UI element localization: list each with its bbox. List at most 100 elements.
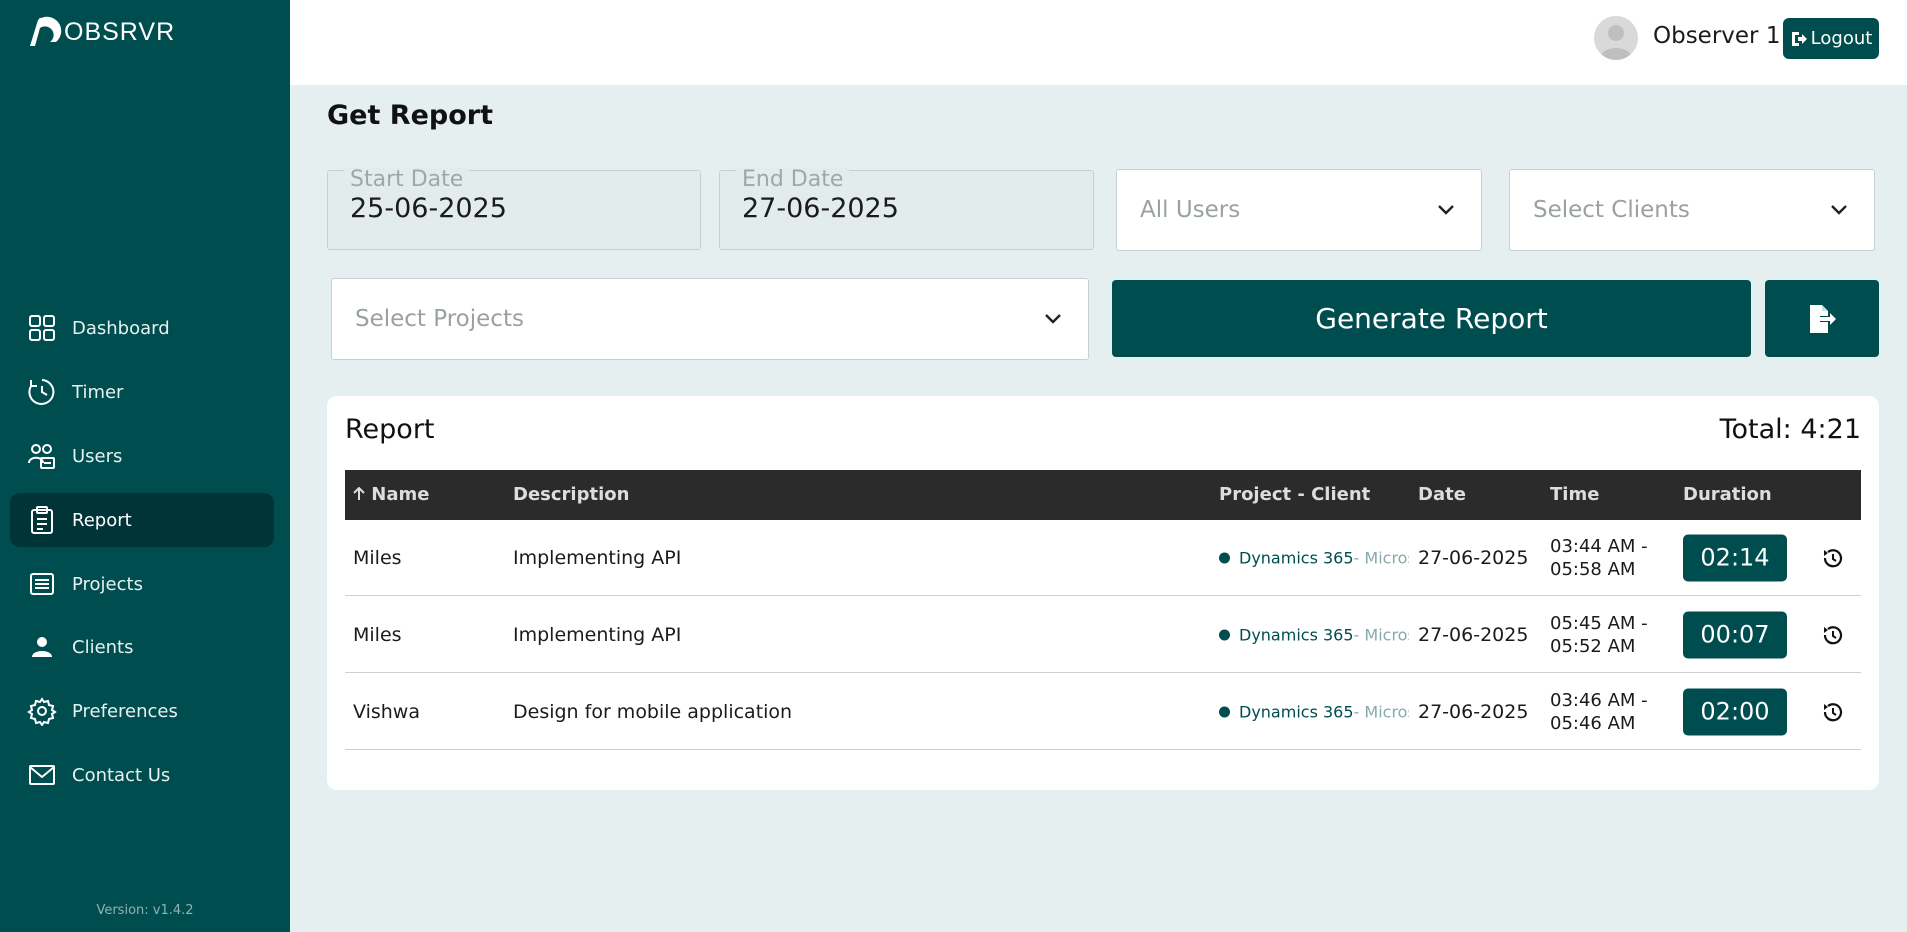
person-icon	[26, 631, 58, 663]
row-time-start: 05:45 AM -	[1550, 612, 1648, 634]
row-duration-badge[interactable]: 02:14	[1683, 534, 1787, 581]
row-name: Miles	[353, 623, 402, 646]
row-duration-badge[interactable]: 00:07	[1683, 611, 1787, 658]
sidebar-item-clients[interactable]: Clients	[10, 620, 274, 674]
row-project-client: Dynamics 365 - Microsoft	[1219, 548, 1409, 567]
sidebar-item-timer[interactable]: Timer	[10, 365, 274, 419]
table-row: Miles Implementing API Dynamics 365 - Mi…	[345, 597, 1861, 673]
sidebar-item-dashboard[interactable]: Dashboard	[10, 301, 274, 355]
row-time: 03:44 AM - 05:58 AM	[1550, 535, 1648, 581]
sidebar-item-label: Users	[72, 445, 123, 467]
users-select[interactable]: All Users	[1116, 169, 1482, 251]
row-description: Implementing API	[513, 623, 682, 646]
clock-icon	[26, 376, 58, 408]
sidebar-item-users[interactable]: Users	[10, 429, 274, 483]
chevron-down-icon	[1045, 314, 1061, 324]
project-color-dot	[1219, 552, 1230, 563]
row-client: - Microsoft	[1353, 548, 1409, 567]
end-date-label: End Date	[736, 167, 850, 192]
file-export-icon	[1810, 304, 1836, 333]
row-description: Implementing API	[513, 546, 682, 569]
sidebar-item-label: Preferences	[72, 700, 178, 722]
clipboard-icon	[26, 504, 58, 536]
users-select-placeholder: All Users	[1140, 197, 1241, 223]
sidebar-item-label: Timer	[72, 381, 124, 403]
version-label: Version: v1.4.2	[96, 903, 194, 918]
table-header: Name Description Project - Client Date T…	[345, 470, 1861, 520]
logout-label: Logout	[1810, 28, 1873, 49]
clients-select-placeholder: Select Clients	[1533, 197, 1690, 223]
row-time: 03:46 AM - 05:46 AM	[1550, 689, 1648, 735]
project-color-dot	[1219, 706, 1230, 717]
column-description[interactable]: Description	[513, 484, 629, 505]
column-time[interactable]: Time	[1550, 484, 1599, 505]
row-client: - Microsoft	[1353, 702, 1409, 721]
start-date-value: 25-06-2025	[350, 193, 507, 224]
column-name-label: Name	[371, 484, 430, 505]
page-title: Get Report	[327, 100, 493, 131]
generate-report-button[interactable]: Generate Report	[1112, 280, 1751, 357]
sidebar-item-label: Dashboard	[72, 317, 170, 339]
logout-button[interactable]: Logout	[1783, 18, 1879, 59]
report-title: Report	[345, 414, 435, 445]
history-icon[interactable]	[1820, 545, 1846, 571]
start-date-label: Start Date	[344, 167, 470, 192]
table-row: Vishwa Design for mobile application Dyn…	[345, 674, 1861, 750]
column-project-client[interactable]: Project - Client	[1219, 484, 1370, 505]
username: Observer 1	[1653, 23, 1781, 49]
row-time-start: 03:44 AM -	[1550, 535, 1648, 557]
history-icon[interactable]	[1820, 699, 1846, 725]
users-icon	[26, 440, 58, 472]
start-date-field[interactable]: Start Date 25-06-2025	[327, 167, 701, 250]
column-date[interactable]: Date	[1418, 484, 1466, 505]
logo-icon	[30, 16, 62, 46]
sidebar-item-label: Projects	[72, 573, 143, 595]
logout-icon	[1791, 31, 1807, 46]
projects-select[interactable]: Select Projects	[331, 278, 1089, 360]
app-logo[interactable]: OBSRVR	[26, 14, 175, 50]
logo-text: OBSRVR	[64, 17, 176, 46]
chevron-down-icon	[1831, 205, 1847, 215]
sidebar-item-projects[interactable]: Projects	[10, 557, 274, 611]
sidebar-item-report[interactable]: Report	[10, 493, 274, 547]
sidebar-item-label: Clients	[72, 636, 134, 658]
history-icon[interactable]	[1820, 622, 1846, 648]
avatar[interactable]	[1594, 16, 1638, 60]
user-avatar-icon	[1600, 25, 1632, 60]
clients-select[interactable]: Select Clients	[1509, 169, 1875, 251]
row-date: 27-06-2025	[1418, 623, 1529, 646]
export-button[interactable]	[1765, 280, 1879, 357]
sidebar-item-contact-us[interactable]: Contact Us	[10, 748, 274, 802]
sidebar-item-label: Report	[72, 509, 132, 531]
row-project: Dynamics 365	[1239, 625, 1354, 644]
row-date: 27-06-2025	[1418, 700, 1529, 723]
mail-icon	[26, 759, 58, 791]
table-row: Miles Implementing API Dynamics 365 - Mi…	[345, 520, 1861, 596]
end-date-field[interactable]: End Date 27-06-2025	[719, 167, 1094, 250]
sort-up-arrow-icon	[353, 486, 365, 500]
report-card: Report Total: 4:21 Name Description Proj…	[327, 396, 1879, 790]
row-name: Vishwa	[353, 700, 420, 723]
sidebar-item-preferences[interactable]: Preferences	[10, 684, 274, 738]
sidebar: OBSRVR Dashboard Timer Users Report Proj…	[0, 0, 290, 932]
row-date: 27-06-2025	[1418, 546, 1529, 569]
row-duration-badge[interactable]: 02:00	[1683, 688, 1787, 735]
sidebar-item-label: Contact Us	[72, 764, 171, 786]
row-time-end: 05:58 AM	[1550, 558, 1636, 580]
row-time: 05:45 AM - 05:52 AM	[1550, 612, 1648, 658]
row-project-client: Dynamics 365 - Microsoft	[1219, 702, 1409, 721]
row-time-end: 05:52 AM	[1550, 635, 1636, 657]
row-description: Design for mobile application	[513, 700, 793, 723]
row-project: Dynamics 365	[1239, 702, 1354, 721]
gear-icon	[26, 695, 58, 727]
column-name[interactable]: Name	[353, 484, 429, 505]
list-icon	[26, 568, 58, 600]
column-duration[interactable]: Duration	[1683, 484, 1772, 505]
row-client: - Microsoft	[1353, 625, 1409, 644]
project-color-dot	[1219, 629, 1230, 640]
end-date-value: 27-06-2025	[742, 193, 899, 224]
row-project: Dynamics 365	[1239, 548, 1354, 567]
row-time-start: 03:46 AM -	[1550, 689, 1648, 711]
row-project-client: Dynamics 365 - Microsoft	[1219, 625, 1409, 644]
projects-select-placeholder: Select Projects	[355, 306, 524, 332]
